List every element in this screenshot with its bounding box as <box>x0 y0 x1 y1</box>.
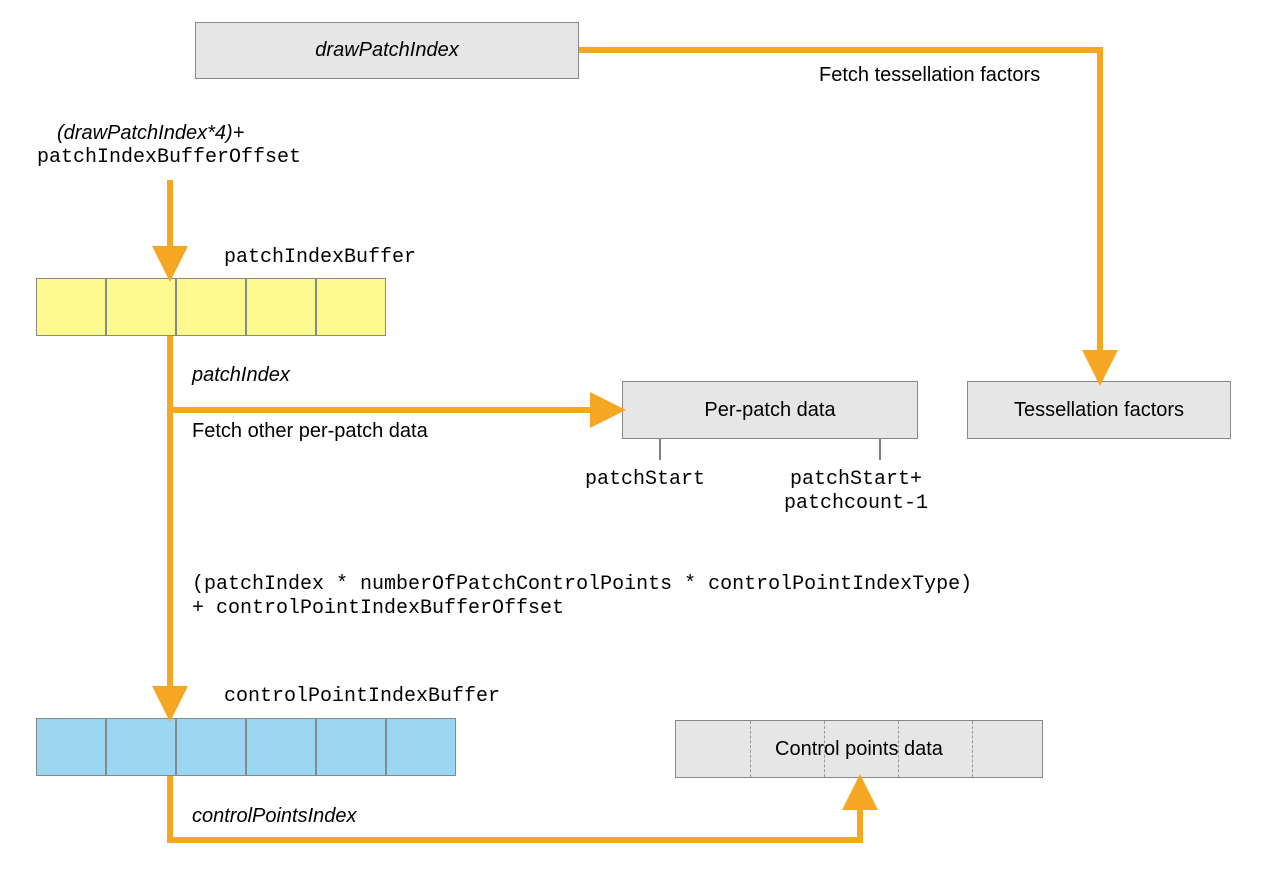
buffer-cell <box>176 278 246 336</box>
per-patch-data-box: Per-patch data <box>622 381 918 439</box>
dash-separator <box>898 721 899 777</box>
buffer-cell <box>386 718 456 776</box>
buffer-cell <box>176 718 246 776</box>
buffer-cell <box>106 718 176 776</box>
patch-start-plus-line1: patchStart+ <box>790 468 922 491</box>
patch-start-plus-line2: patchcount-1 <box>784 492 928 515</box>
formula2-line1: (patchIndex * numberOfPatchControlPoints… <box>192 573 972 596</box>
buffer-cell <box>246 278 316 336</box>
fetch-per-patch-label: Fetch other per-patch data <box>192 420 428 443</box>
cp-index-label: controlPointsIndex <box>192 805 357 828</box>
formula1-line2: patchIndexBufferOffset <box>37 146 301 169</box>
fetch-tess-label: Fetch tessellation factors <box>819 64 1040 87</box>
cp-index-buffer-label: controlPointIndexBuffer <box>224 685 500 708</box>
dash-separator <box>750 721 751 777</box>
arrow-draw-to-tess <box>579 50 1100 374</box>
patch-index-label: patchIndex <box>192 364 290 387</box>
formula1-line1: (drawPatchIndex*4)+ <box>57 122 244 145</box>
dash-separator <box>824 721 825 777</box>
formula2-line2: + controlPointIndexBufferOffset <box>192 597 564 620</box>
patch-index-buffer-label: patchIndexBuffer <box>224 246 416 269</box>
draw-patch-index-box: drawPatchIndex <box>195 22 579 79</box>
buffer-cell <box>36 718 106 776</box>
patch-start-label: patchStart <box>585 468 705 491</box>
control-points-data-text: Control points data <box>775 738 943 761</box>
patch-index-buffer <box>36 278 386 336</box>
buffer-cell <box>246 718 316 776</box>
buffer-cell <box>106 278 176 336</box>
control-points-data-box: Control points data <box>675 720 1043 778</box>
buffer-cell <box>36 278 106 336</box>
tess-factors-box: Tessellation factors <box>967 381 1231 439</box>
buffer-cell <box>316 718 386 776</box>
dash-separator <box>972 721 973 777</box>
buffer-cell <box>316 278 386 336</box>
cp-index-buffer <box>36 718 456 776</box>
